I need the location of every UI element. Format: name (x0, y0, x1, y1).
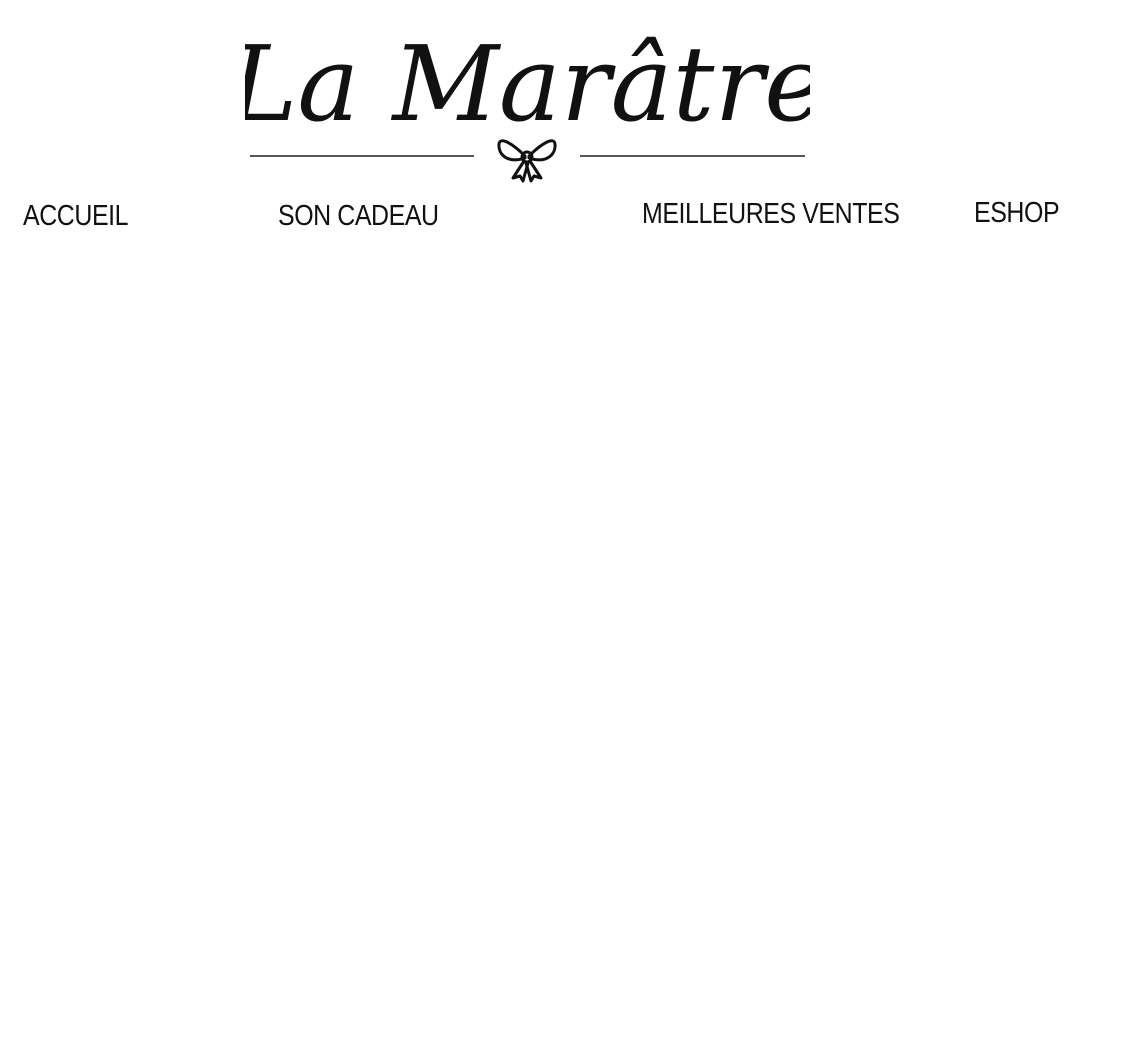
bow-icon (497, 139, 557, 183)
nav-link-son-cadeau[interactable]: SON CADEAU (278, 199, 439, 233)
logo-wordmark: La Marâtre (245, 28, 810, 145)
site-logo[interactable]: La Marâtre (245, 28, 810, 188)
nav-link-eshop[interactable]: ESHOP (974, 196, 1060, 230)
nav-link-meilleures-ventes[interactable]: MEILLEURES VENTES (642, 197, 900, 231)
nav-link-accueil[interactable]: ACCUEIL (23, 199, 129, 233)
